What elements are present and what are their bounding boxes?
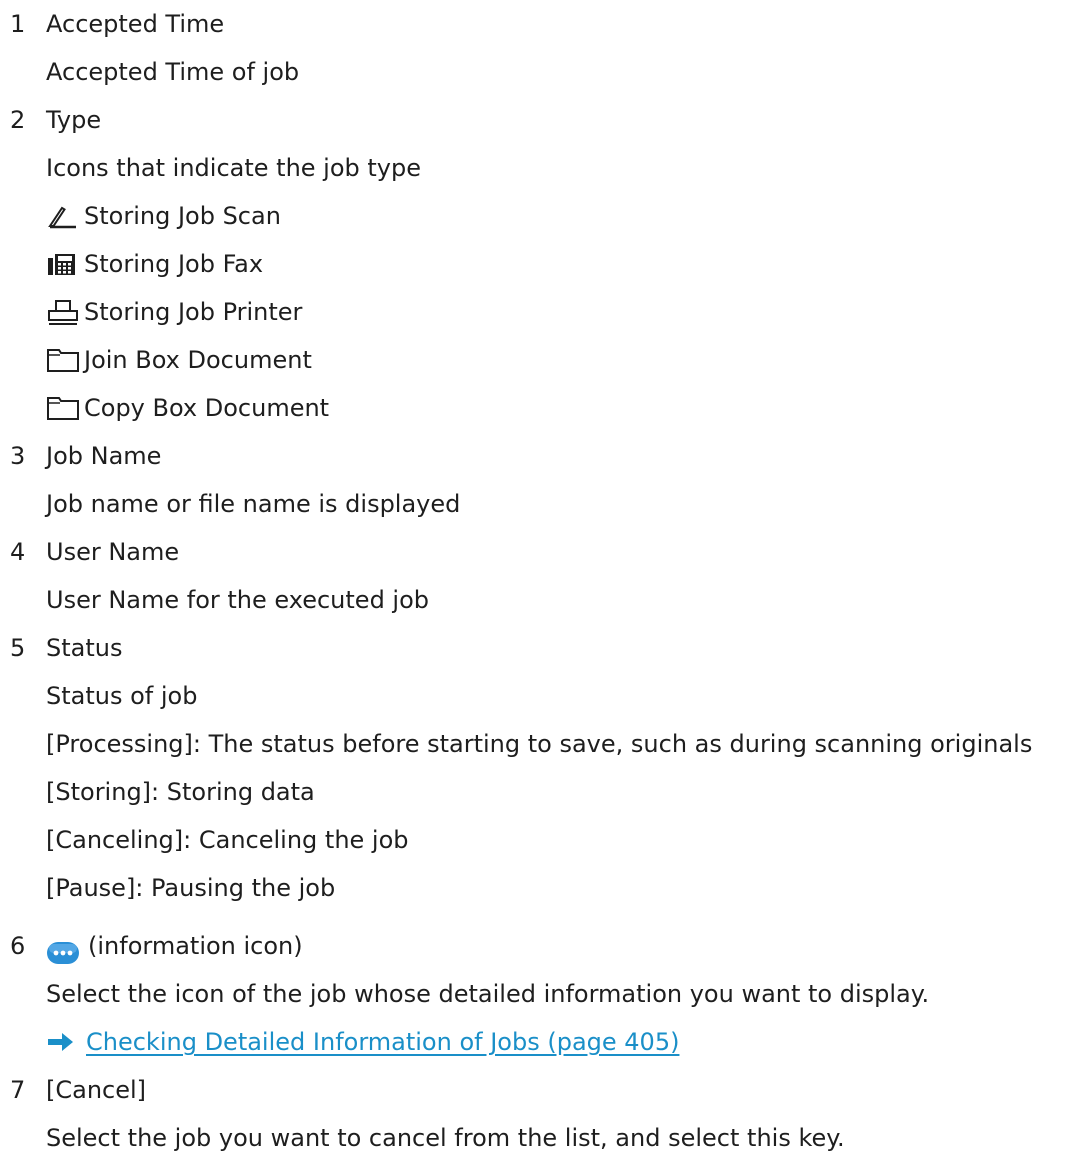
folder-icon: [46, 346, 80, 374]
folder-icon: [46, 394, 80, 422]
status-text: [Canceling]: Canceling the job: [46, 826, 409, 854]
detailed-information-link[interactable]: Checking Detailed Information of Jobs (p…: [86, 1028, 679, 1056]
item-number: 3: [10, 442, 26, 470]
item-description: Status of job: [46, 682, 198, 710]
item-description: User Name for the executed job: [46, 586, 430, 614]
item-title: [Cancel]: [46, 1076, 147, 1104]
information-icon: [46, 933, 80, 964]
item-description: Accepted Time of job: [46, 58, 300, 86]
type-label: Storing Job Scan: [84, 202, 281, 230]
item-number: 1: [10, 10, 26, 38]
item-title: Job Name: [46, 442, 162, 470]
item-title: Type: [46, 106, 102, 134]
item-number: 6: [10, 932, 26, 960]
scan-icon: [46, 202, 80, 230]
status-text: [Processing]: The status before starting…: [46, 730, 1033, 758]
item-title: Accepted Time: [46, 10, 225, 38]
type-label: Storing Job Fax: [84, 250, 264, 278]
item-title: Status: [46, 634, 123, 662]
item-description: Job name or file name is displayed: [46, 490, 461, 518]
arrow-right-icon: [46, 1018, 86, 1066]
item-number: 4: [10, 538, 26, 566]
item-description: Select the job you want to cancel from t…: [46, 1124, 845, 1152]
type-label: Copy Box Document: [84, 394, 330, 422]
item-number: 2: [10, 106, 26, 134]
fax-icon: [46, 250, 80, 278]
item-number: 7: [10, 1076, 26, 1104]
item-description: Icons that indicate the job type: [46, 154, 421, 182]
item-number: 5: [10, 634, 26, 662]
item-title: User Name: [46, 538, 180, 566]
item-description: Select the icon of the job whose detaile…: [46, 980, 930, 1008]
type-label: Storing Job Printer: [84, 298, 303, 326]
status-text: [Pause]: Pausing the job: [46, 874, 336, 902]
type-label: Join Box Document: [84, 346, 312, 374]
item-title: (information icon): [88, 932, 303, 960]
printer-icon: [46, 298, 80, 326]
status-text: [Storing]: Storing data: [46, 778, 315, 806]
